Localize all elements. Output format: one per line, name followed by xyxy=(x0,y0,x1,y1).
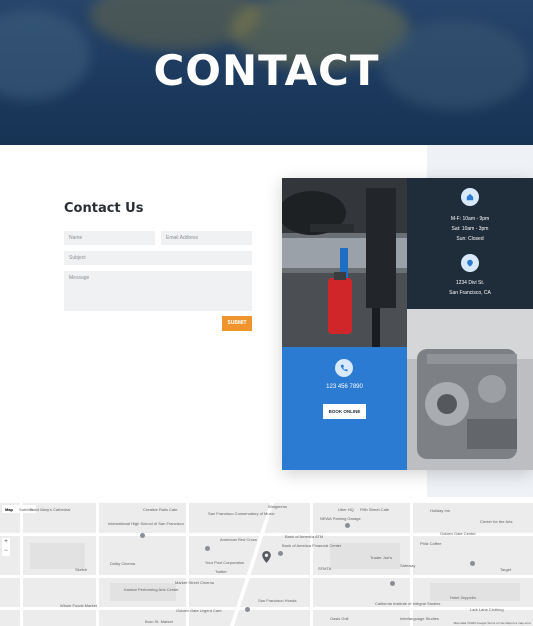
book-online-button[interactable]: BOOK ONLINE xyxy=(323,404,366,419)
map-label: Center for the Arts xyxy=(480,519,513,524)
map-label: Safeway xyxy=(400,563,416,568)
map-label: Twitter xyxy=(215,569,227,574)
phone-icon-badge xyxy=(335,359,353,377)
contact-form-heading: Contact Us xyxy=(64,201,144,216)
map-block xyxy=(30,543,85,569)
map-poi-marker xyxy=(345,523,350,528)
map-road xyxy=(310,503,313,626)
page-title: CONTACT xyxy=(153,46,380,95)
phone-icon xyxy=(340,364,348,372)
hero-banner: CONTACT xyxy=(0,0,533,145)
map-label: Bank of America ATM xyxy=(285,534,324,539)
hours-panel: M-F: 10am - 9pm Sat: 10am - 3pm Sun: Clo… xyxy=(407,178,533,309)
engine-photo xyxy=(407,309,533,470)
map-label: Golden Gate Urgent Care xyxy=(176,608,222,613)
zoom-in-button[interactable]: + xyxy=(2,538,10,547)
map-marker-icon[interactable] xyxy=(262,551,271,563)
phone-number: 123 456 7890 xyxy=(326,384,363,390)
map-poi-marker xyxy=(140,533,145,538)
home-icon xyxy=(466,193,474,201)
subject-field[interactable]: Subject xyxy=(64,251,252,265)
map-road xyxy=(0,575,533,578)
map-label: Sketch xyxy=(75,567,88,572)
map-label: Creative Rails Cafe xyxy=(143,507,178,512)
location-pin-icon xyxy=(467,259,473,267)
map-road xyxy=(20,503,23,626)
map-label: Golden Gate Center xyxy=(440,531,476,536)
map-label: Bank of America Financial Center xyxy=(282,543,342,548)
map-label: Target xyxy=(500,567,512,572)
message-field[interactable]: Message xyxy=(64,271,252,311)
email-field[interactable]: Email Address xyxy=(161,231,252,245)
location-map[interactable]: Map Satellite Creative Rails Cafe San Fr… xyxy=(0,503,533,626)
hours-weekday: M-F: 10am - 9pm xyxy=(450,216,490,222)
hours-icon-badge xyxy=(461,188,479,206)
hours-sunday: Sun: Closed xyxy=(456,236,484,242)
map-label: Your Pool Corporation xyxy=(205,560,245,565)
hours-saturday: Sat: 10am - 3pm xyxy=(451,226,489,232)
map-label: Kanbar Performing Arts Center xyxy=(124,587,179,592)
garage-lift-illustration xyxy=(282,178,407,347)
map-label: Burn St. Market xyxy=(145,619,173,624)
map-label: Whole Foods Market xyxy=(60,603,97,608)
map-label: Holiday Inn xyxy=(430,508,451,513)
map-poi-marker xyxy=(205,546,210,551)
submit-button[interactable]: SUBMIT xyxy=(222,316,252,331)
map-label: Trader Joe's xyxy=(370,555,392,560)
map-label: Hotel Zeppelin xyxy=(450,595,476,600)
map-label: Fifth Street Cafe xyxy=(360,507,390,512)
garage-lift-photo xyxy=(282,178,407,347)
map-label: Uber HQ xyxy=(338,507,354,512)
map-label: Dolby Cinema xyxy=(110,561,136,566)
map-poi-marker xyxy=(390,581,395,586)
map-label: International High School of San Francis… xyxy=(108,521,184,526)
map-poi-marker xyxy=(470,561,475,566)
contact-info-grid: M-F: 10am - 9pm Sat: 10am - 3pm Sun: Clo… xyxy=(282,178,533,470)
map-zoom-control[interactable]: + − xyxy=(2,538,10,556)
map-type-map[interactable]: Map xyxy=(2,505,16,513)
map-poi-marker xyxy=(278,551,283,556)
map-label: American Red Cross xyxy=(220,537,257,542)
map-label: Oasis Grill xyxy=(330,616,349,621)
map-label: Interlanguage Studies xyxy=(400,616,439,621)
map-label: San Francisco Conservatory of Music xyxy=(208,511,275,516)
map-label: Walgreens xyxy=(268,504,287,509)
map-label: Market Street Cinema xyxy=(175,580,214,585)
map-block xyxy=(110,583,176,601)
map-label: SFMTA xyxy=(318,566,332,571)
map-label: San Francisco Honda xyxy=(258,598,297,603)
map-label: Philz Coffee xyxy=(420,541,442,546)
address-street: 1234 Divi St. xyxy=(455,280,485,286)
map-label: Saint Mary's Cathedral xyxy=(30,507,71,512)
zoom-out-button[interactable]: − xyxy=(2,547,10,556)
engine-illustration xyxy=(407,309,533,470)
address-city: San Francisco, CA xyxy=(449,290,491,296)
address-icon-badge xyxy=(461,254,479,272)
map-attribution[interactable]: Map data ©2023 Google Terms of Use Repor… xyxy=(454,621,531,625)
map-label: NEWA Parking Garage xyxy=(320,516,361,521)
map-label: California Institute of Integral Studies xyxy=(375,601,441,606)
name-field[interactable]: Name xyxy=(64,231,155,245)
map-poi-marker xyxy=(245,607,250,612)
map-label: Lark Lane Clothing xyxy=(470,607,504,612)
